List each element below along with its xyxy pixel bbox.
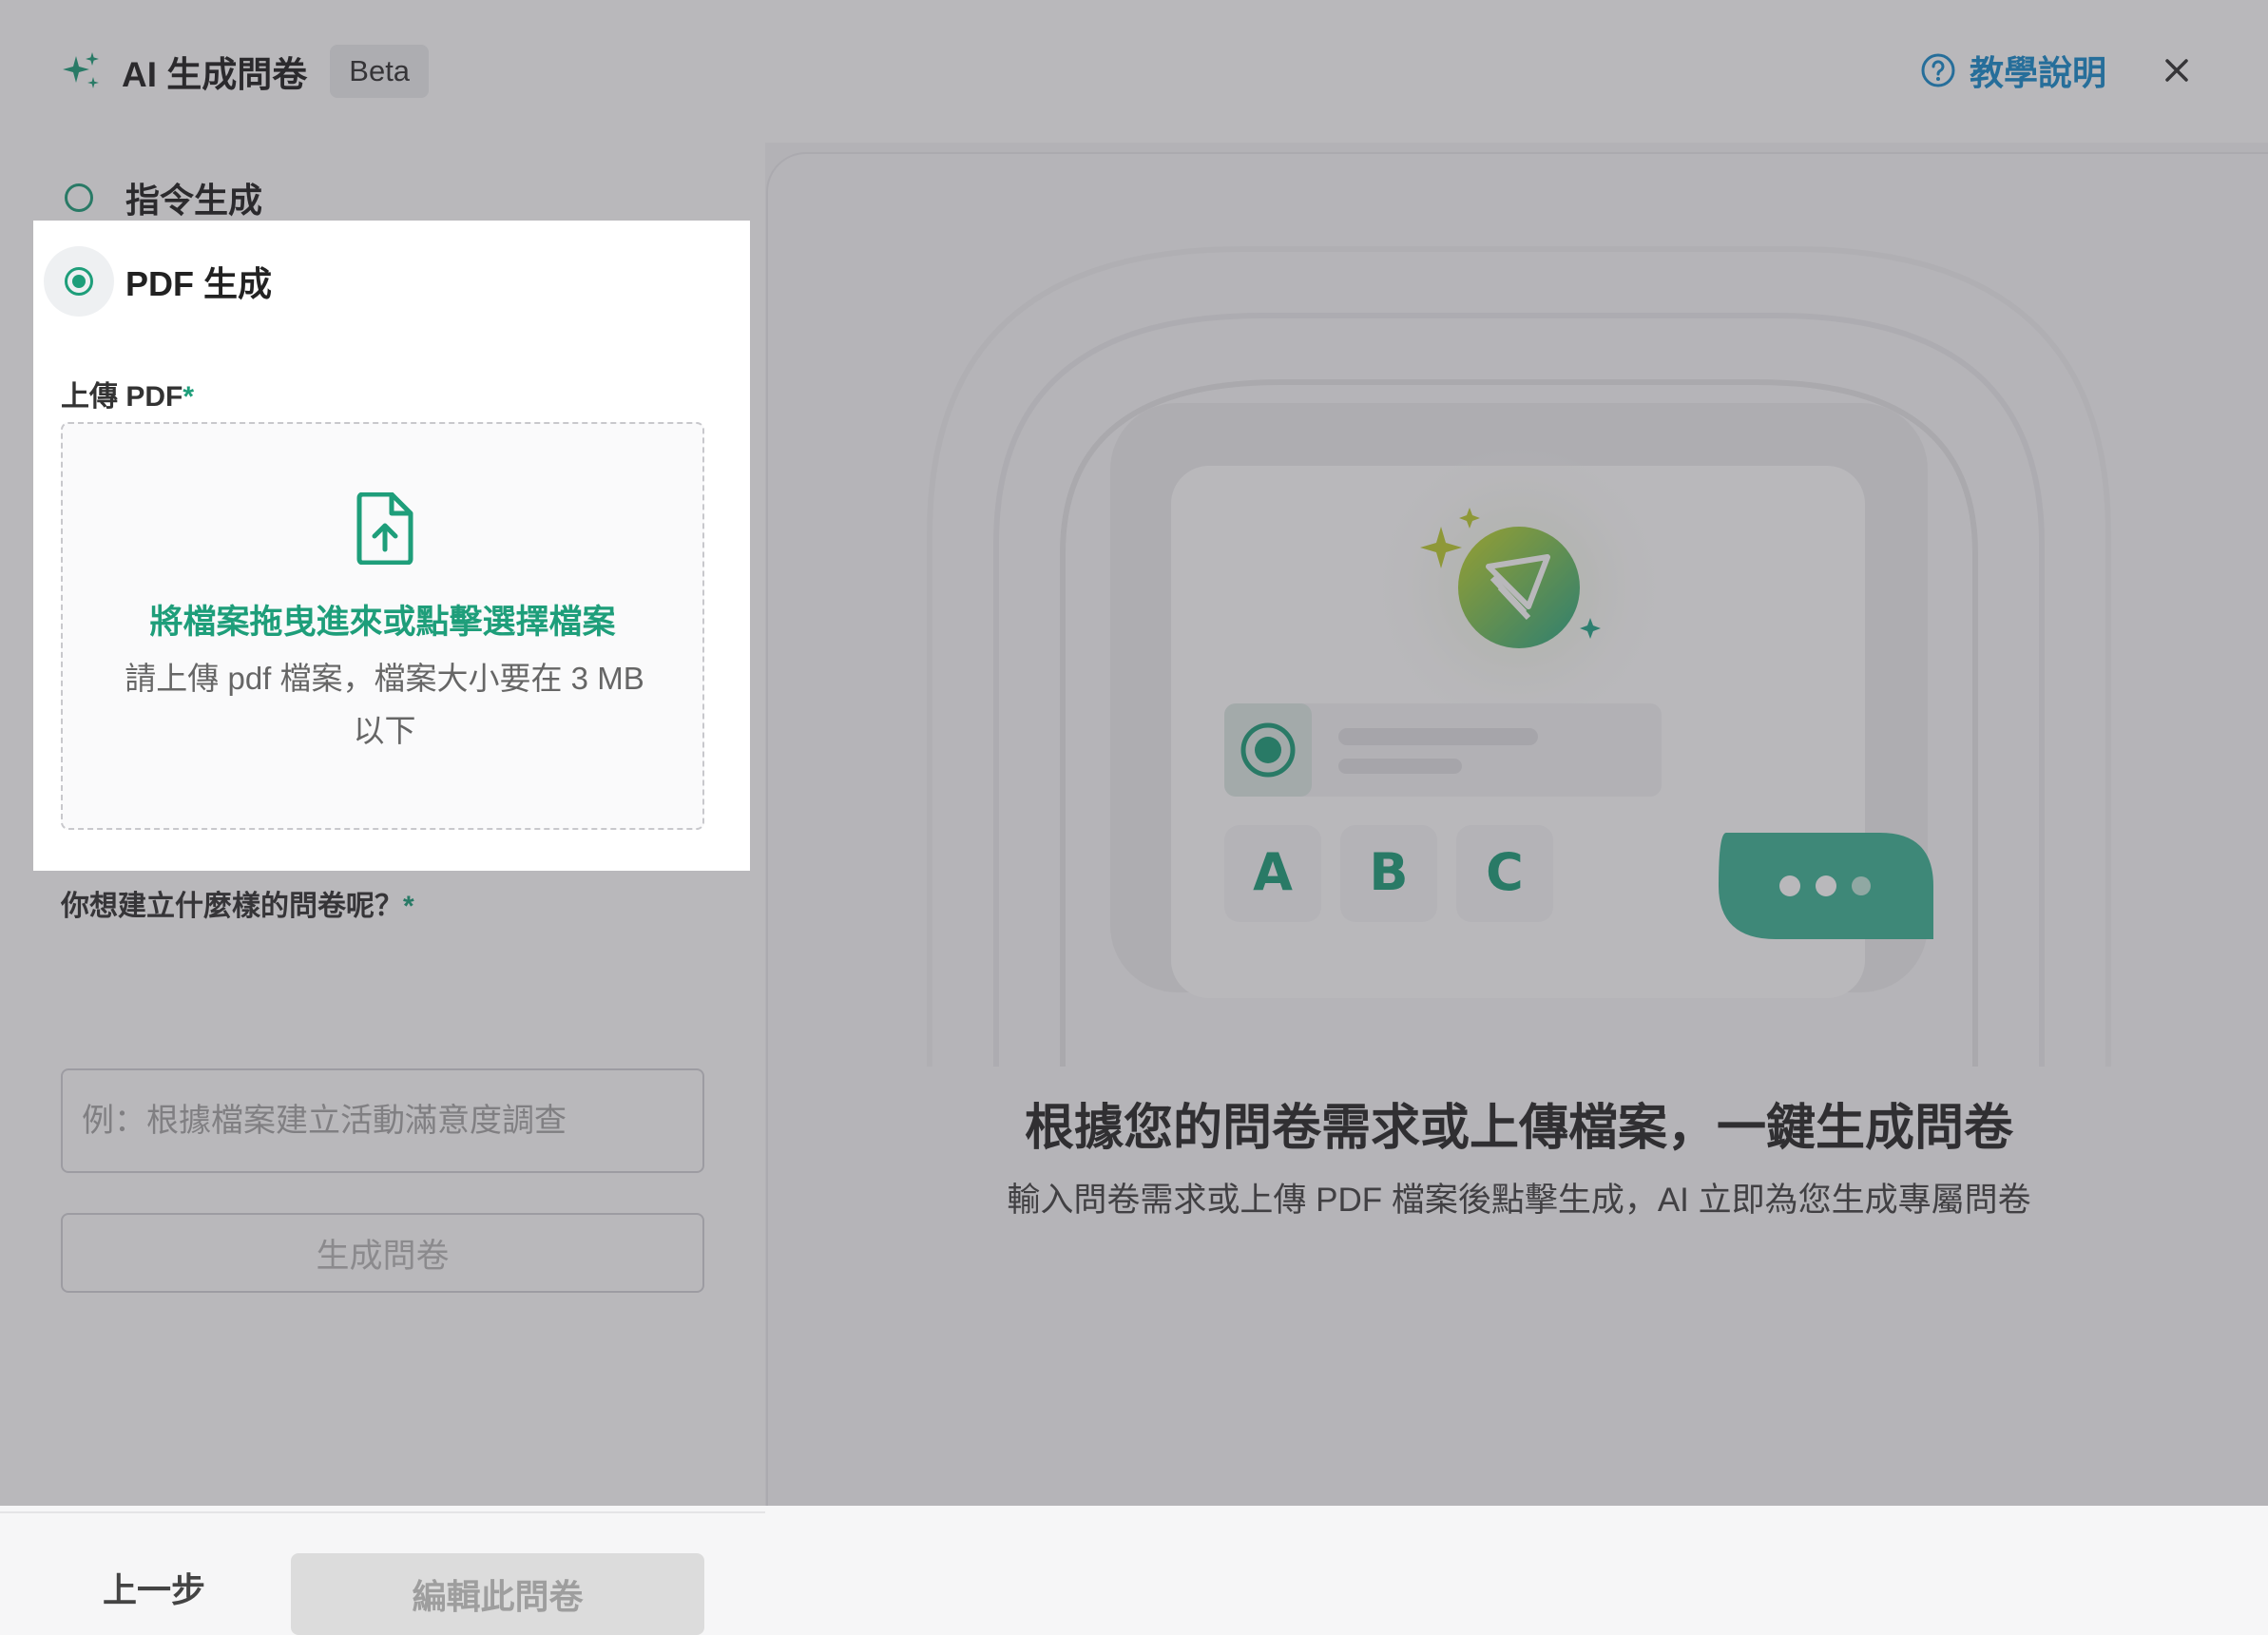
- previous-step-button[interactable]: 上一步: [103, 1563, 205, 1612]
- pdf-dropzone[interactable]: 將檔案拖曳進來或點擊選擇檔案 請上傳 pdf 檔案，檔案大小要在 3 MB 以下: [61, 422, 704, 830]
- intro-description: 輸入問卷需求或上傳 PDF 檔案後點擊生成，AI 立即為您生成專屬問卷: [1007, 1182, 2031, 1219]
- ai-questionnaire-illustration: A B C: [927, 246, 2111, 1067]
- mode-pdf-label: PDF 生成: [125, 264, 273, 303]
- beta-badge: Beta: [330, 45, 430, 98]
- mode-instruction-radio[interactable]: 指令生成: [65, 173, 262, 222]
- file-upload-icon: [356, 492, 413, 565]
- option-b-tile: B: [1340, 825, 1437, 922]
- question-label-text: 你想建立什麼樣的問卷呢？: [61, 891, 403, 922]
- dialog-title-group: AI 生成問卷 Beta: [61, 44, 430, 99]
- option-c-label: C: [1486, 842, 1524, 902]
- question-label: 你想建立什麼樣的問卷呢？*: [61, 882, 414, 924]
- mode-pdf-radio[interactable]: PDF 生成: [44, 246, 273, 317]
- upload-hint: 請上傳 pdf 檔案，檔案大小要在 3 MB 以下: [125, 661, 644, 748]
- choose-file-link[interactable]: 將檔案拖曳進來或點擊選擇檔案: [63, 595, 702, 644]
- option-a-label: A: [1253, 842, 1293, 902]
- dialog-title: AI 生成問卷: [122, 55, 308, 94]
- tutorial-link-label: 教學說明: [1969, 53, 2106, 92]
- radio-button-checked[interactable]: [65, 267, 93, 296]
- required-mark: *: [403, 891, 414, 922]
- mode-instruction-label: 指令生成: [125, 181, 263, 220]
- option-a-tile: A: [1224, 825, 1321, 922]
- intro-card: A B C 根據您的問卷需求或上傳檔案，一鍵生成問卷 輸入問卷需求或上傳 PDF…: [766, 152, 2268, 1506]
- tutorial-link[interactable]: 教學說明: [1920, 46, 2106, 95]
- upload-pdf-label-text: 上傳 PDF: [61, 381, 183, 413]
- footer-divider: [0, 1511, 765, 1513]
- close-icon[interactable]: [2156, 49, 2198, 91]
- pdf-upload-spotlight: PDF 生成 上傳 PDF* 將檔案拖曳進來或點擊選擇檔案 請上傳 pdf 檔案…: [33, 221, 750, 871]
- option-c-tile: C: [1456, 825, 1553, 922]
- help-circle-icon: [1921, 53, 1955, 87]
- sparkle-icon: [63, 52, 99, 88]
- generate-questionnaire-button[interactable]: 生成問卷: [61, 1213, 704, 1293]
- radio-button-unchecked[interactable]: [65, 183, 93, 212]
- radio-dot: [72, 275, 86, 288]
- upload-pdf-label: 上傳 PDF*: [61, 373, 194, 414]
- questionnaire-prompt-input[interactable]: [61, 1068, 704, 1173]
- dialog-header: AI 生成問卷 Beta 教學說明: [0, 0, 2268, 143]
- option-b-label: B: [1369, 842, 1408, 902]
- intro-headline: 根據您的問卷需求或上傳檔案，一鍵生成問卷: [1024, 1101, 2013, 1156]
- required-mark: *: [183, 381, 195, 413]
- edit-questionnaire-button[interactable]: 編輯此問卷: [291, 1553, 704, 1635]
